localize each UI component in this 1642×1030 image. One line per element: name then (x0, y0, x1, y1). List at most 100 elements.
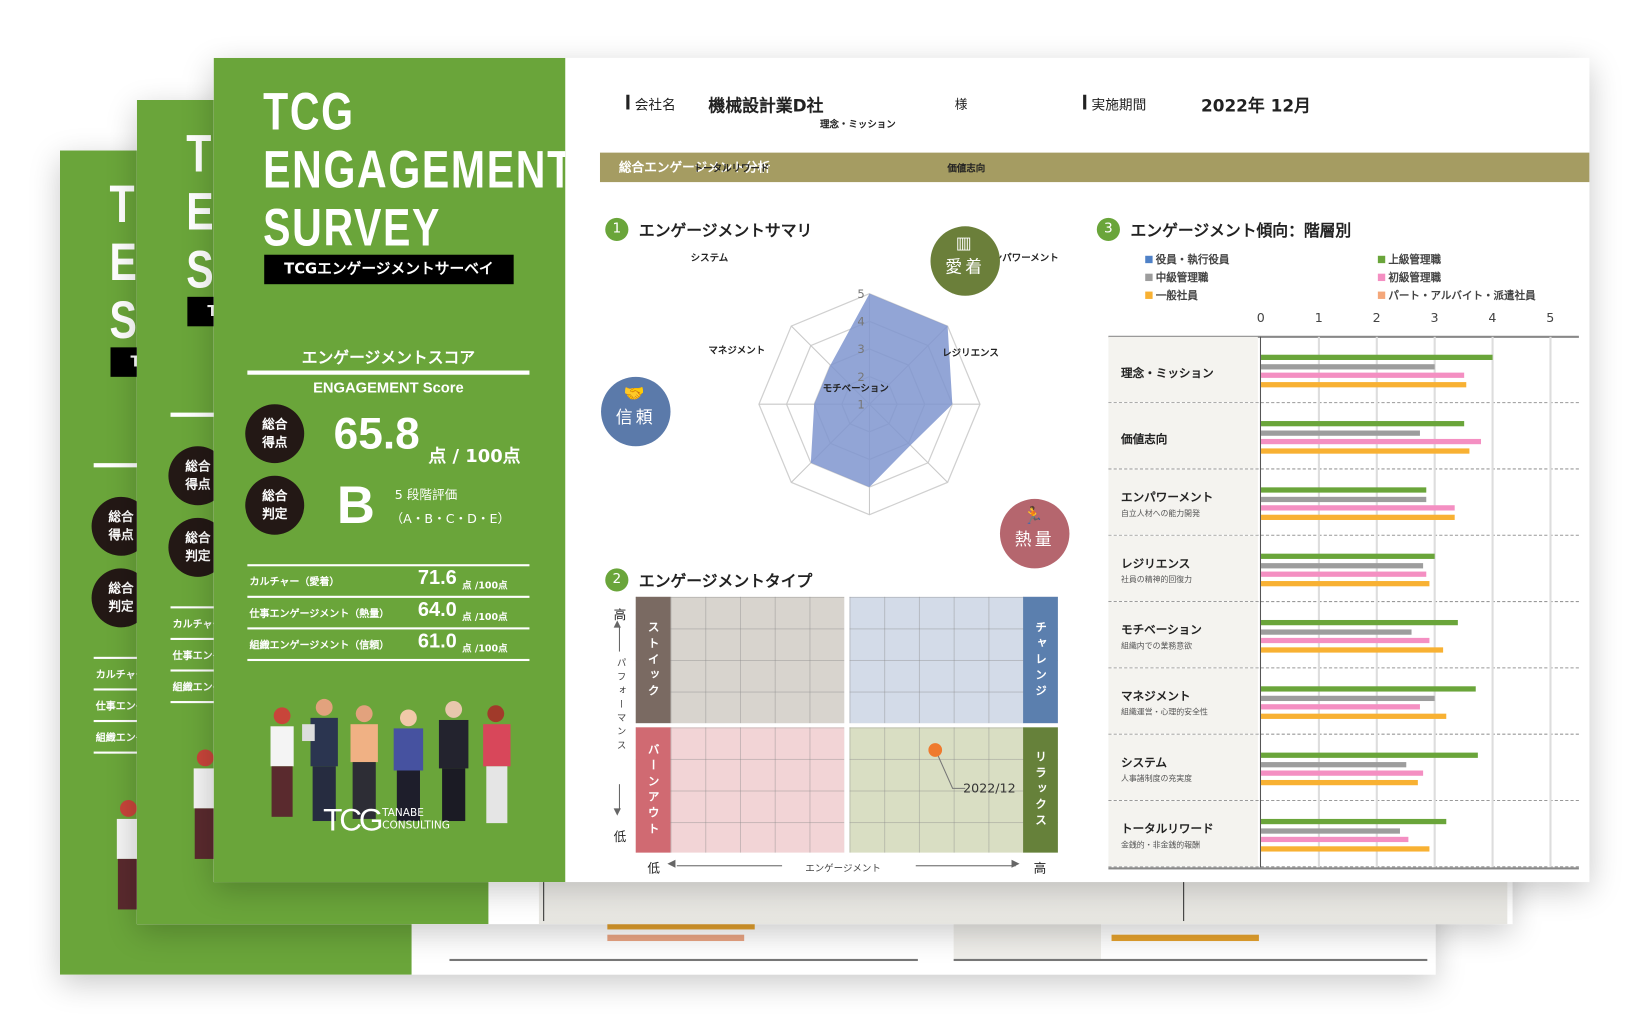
x-tick-label: 5 (1546, 310, 1555, 326)
radar-axis-label: モチベーション (822, 384, 889, 395)
bar (1261, 752, 1479, 758)
section-number: 2 (605, 568, 629, 592)
table-row: 理念・ミッション (1108, 336, 1579, 404)
bar (1261, 447, 1470, 454)
bar (1261, 421, 1464, 427)
table-row: レジリエンス 社員の精神的回復力 (1108, 535, 1579, 603)
radar-axis-label: レジリエンス (942, 348, 999, 359)
table-row: 価値志向 (1108, 403, 1579, 470)
title-line: TCG (263, 82, 355, 142)
bar (1261, 713, 1447, 719)
x-tick-label: 4 (1488, 310, 1497, 326)
arrow-down-icon (618, 784, 620, 810)
total-score-unit: 点 / 100点 (428, 446, 521, 468)
bar (1261, 845, 1429, 852)
divider (247, 595, 530, 598)
company-name: 機械設計業D社 (708, 95, 824, 116)
arrow-left-icon: ◀ (667, 857, 676, 870)
grade-badge: 総合 判定 (245, 475, 305, 535)
bar (1261, 761, 1406, 767)
row-label: トータルリワード 金銭的・非金銭的報酬 (1108, 801, 1258, 867)
quadrant-label-challenge: チャレンジ (1023, 596, 1058, 724)
bar (1261, 438, 1482, 445)
arrow-up-icon (618, 626, 620, 652)
gridline (1375, 336, 1378, 868)
bar (1261, 686, 1476, 692)
x-axis-low: 低 (647, 861, 660, 876)
person-figure (393, 709, 424, 822)
report-content: 会社名 機械設計業D社 様 実施期間 2022年 12月 総合エンゲージメント分… (565, 58, 1590, 882)
grade-scale: 5 段階評価 (394, 487, 458, 503)
radar-axis-label: 理念・ミッション (819, 119, 896, 131)
bar (1261, 836, 1409, 843)
arrow-down-icon: ▼ (613, 807, 621, 818)
label-marker (626, 94, 630, 110)
x-tick-label: 0 (1256, 310, 1265, 326)
cover-panel: TCG ENGAGEMENT SURVEY TCGエンゲージメントサーベイ エン… (213, 57, 566, 883)
bar (1261, 354, 1493, 360)
legend-swatch (1377, 255, 1386, 264)
quadrant-label-stoic: ストイック (635, 596, 671, 724)
legend-swatch (1377, 273, 1386, 282)
section-title: エンゲージメントタイプ (638, 571, 813, 591)
divider (247, 658, 530, 662)
radar-tick-label: 1 (857, 397, 864, 411)
radar-axis-label: 価値志向 (947, 164, 986, 175)
point-label: 2022/12 (963, 781, 1016, 796)
passion-badge: 🏃 熱量 (999, 498, 1070, 569)
bar (1261, 637, 1429, 644)
row-label: 理念・ミッション (1108, 336, 1258, 403)
row-label: 価値志向 (1108, 403, 1258, 469)
bar (1261, 553, 1435, 559)
tcg-logo: TCG (323, 803, 383, 838)
section-number: 1 (605, 217, 629, 242)
table-row: マネジメント 組織運営・心理的安全性 (1108, 668, 1579, 735)
person-figure (350, 705, 378, 819)
arrow-right-icon (915, 865, 1016, 867)
row-label: マネジメント 組織運営・心理的安全性 (1108, 668, 1258, 734)
radar-tick-label: 4 (857, 315, 864, 329)
radar-axis-label: トータルリワード (693, 164, 770, 175)
legend-item: 中級管理職 (1145, 268, 1208, 284)
quadrant-label-relax: リラックス (1023, 727, 1058, 853)
person-figure (438, 701, 469, 822)
bar (1261, 487, 1427, 493)
legend-item: パート・アルバイト・派遣社員 (1377, 286, 1536, 302)
survey-period: 2022年 12月 (1201, 95, 1311, 116)
table-row: システム 人事諸制度の充実度 (1108, 734, 1579, 802)
handshake-icon: 🤝 (623, 383, 648, 404)
score-heading-jp: エンゲージメントスコア (301, 348, 476, 368)
bar (1261, 372, 1464, 378)
radar-axis-label: システム (690, 253, 729, 265)
section-title: エンゲージメント傾向：階層別 (1130, 221, 1352, 240)
x-tick-label: 2 (1372, 310, 1381, 326)
sub-score-culture: カルチャー（愛着）71.6点 /100点 (249, 567, 508, 592)
sub-score-work: 仕事エンゲージメント（熱量）64.0点 /100点 (249, 598, 508, 624)
divider (247, 564, 530, 567)
bar (1261, 827, 1400, 834)
y-axis-label: パフォーマンス (614, 657, 626, 754)
legend-item: 役員・執行役員 (1145, 251, 1229, 266)
arrow-up-icon: ▲ (613, 618, 621, 630)
report-title: TCG ENGAGEMENT SURVEY (263, 83, 565, 257)
section-title: エンゲージメントサマリ (638, 221, 813, 240)
table-row: エンパワーメント 自立人材への能力開発 (1108, 469, 1579, 536)
bar (1261, 496, 1427, 502)
trust-badge: 🤝 信頼 (601, 376, 671, 447)
building-icon: ▥ (955, 232, 975, 253)
bar (1261, 628, 1412, 635)
total-score-badge: 総合 得点 (245, 404, 305, 464)
honorific: 様 (954, 96, 968, 112)
report-subtitle: TCGエンゲージメントサーベイ (264, 254, 514, 285)
bar-chart: 理念・ミッション 価値志向 エンパワーメント 自立人材への能力開発 レジリエンス 社員の精… (1108, 305, 1579, 873)
x-tick-label: 1 (1314, 310, 1323, 326)
gridline (1491, 336, 1494, 868)
legend-swatch (1145, 255, 1153, 264)
label-marker (1083, 94, 1087, 110)
arrow-left-icon (676, 865, 783, 867)
total-score: 65.8 (333, 408, 420, 458)
bar (1261, 505, 1455, 511)
bar (1261, 562, 1424, 568)
gridline (1433, 336, 1436, 868)
section-number: 3 (1096, 217, 1120, 242)
